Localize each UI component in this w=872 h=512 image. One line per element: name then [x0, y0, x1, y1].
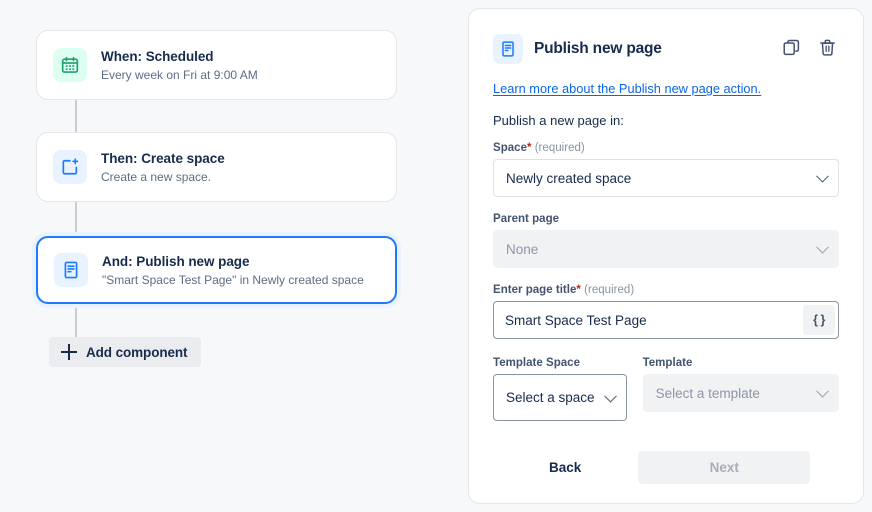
template-space-select[interactable]: Select a space [493, 374, 627, 421]
add-component-label: Add component [86, 344, 188, 360]
space-select-value: Newly created space [506, 170, 632, 186]
template-space-label: Template Space [493, 357, 580, 369]
required-star: * [576, 284, 581, 296]
flow-card-body: When: Scheduled Every week on Fri at 9:0… [101, 48, 258, 83]
automation-editor-screen: When: Scheduled Every week on Fri at 9:0… [0, 0, 872, 512]
duplicate-button[interactable] [779, 37, 803, 61]
template-space-select-value: Select a space [506, 390, 595, 405]
parent-page-field-label: Parent page [493, 213, 560, 225]
calendar-icon [53, 48, 87, 82]
page-title-label-text: Enter page title [493, 284, 577, 296]
trash-icon [818, 38, 837, 60]
back-button[interactable]: Back [539, 452, 591, 483]
flow-card-title: When: Scheduled [101, 48, 214, 64]
next-button: Next [638, 451, 811, 484]
page-title-field-label: Enter page title* (required) [493, 284, 839, 296]
required-text: (required) [584, 284, 635, 296]
flow-card-when-scheduled[interactable]: When: Scheduled Every week on Fri at 9:0… [36, 30, 397, 100]
create-space-icon [53, 150, 87, 184]
flow-card-title: And: Publish new page [102, 253, 250, 269]
template-field: Template Select a template [642, 357, 839, 412]
panel-footer: Back Next [493, 451, 839, 484]
space-select[interactable]: Newly created space [493, 159, 839, 197]
template-fields-row: Template Space Select a space Template S… [493, 357, 839, 421]
page-title-input-wrapper: { } [493, 301, 839, 339]
template-select: Select a template [642, 374, 839, 412]
action-config-panel: Publish new page Learn more about the Pu… [468, 8, 864, 504]
parent-page-select-value: None [506, 241, 539, 257]
learn-more-link[interactable]: Learn more about the Publish new page ac… [493, 81, 839, 96]
panel-actions [779, 37, 839, 61]
flow-card-subtitle: "Smart Space Test Page" in Newly created… [102, 272, 364, 287]
plus-icon [61, 344, 77, 360]
chevron-down-icon [816, 169, 829, 183]
flow-connector-2 [75, 202, 77, 238]
flow-card-then-create-space[interactable]: Then: Create space Create a new space. [36, 132, 397, 202]
add-component-button[interactable]: Add component [49, 337, 202, 367]
flow-card-body: And: Publish new page "Smart Space Test … [102, 253, 364, 288]
template-space-field: Template Space Select a space [493, 357, 627, 421]
panel-title: Publish new page [534, 40, 662, 57]
flow-connector-3 [75, 304, 77, 338]
flow-card-subtitle: Create a new space. [101, 169, 212, 184]
space-label-text: Space [493, 142, 527, 154]
chevron-down-icon [816, 384, 829, 398]
publish-page-icon [54, 253, 88, 287]
rule-flow-panel: When: Scheduled Every week on Fri at 9:0… [0, 0, 440, 512]
flow-card-subtitle: Every week on Fri at 9:00 AM [101, 67, 258, 82]
duplicate-icon [782, 38, 801, 60]
template-select-value: Select a template [655, 385, 760, 401]
page-title-input[interactable] [494, 302, 803, 338]
required-star: * [526, 142, 532, 154]
flow-card-and-publish-new-page[interactable]: And: Publish new page "Smart Space Test … [36, 236, 397, 304]
panel-intro-text: Publish a new page in: [493, 113, 624, 128]
panel-header: Publish new page [493, 31, 839, 67]
smart-values-button[interactable]: { } [803, 305, 835, 335]
flow-card-title: Then: Create space [101, 150, 225, 166]
delete-button[interactable] [815, 37, 839, 61]
publish-page-icon [493, 34, 523, 64]
parent-page-select: None [493, 230, 839, 268]
flow-card-body: Then: Create space Create a new space. [101, 150, 225, 185]
chevron-down-icon [816, 240, 829, 254]
required-text: (required) [534, 142, 585, 154]
space-field-label: Space* (required) [493, 142, 839, 154]
flow-connector-1 [75, 100, 77, 136]
chevron-down-icon [603, 389, 617, 403]
template-label: Template [642, 357, 693, 369]
